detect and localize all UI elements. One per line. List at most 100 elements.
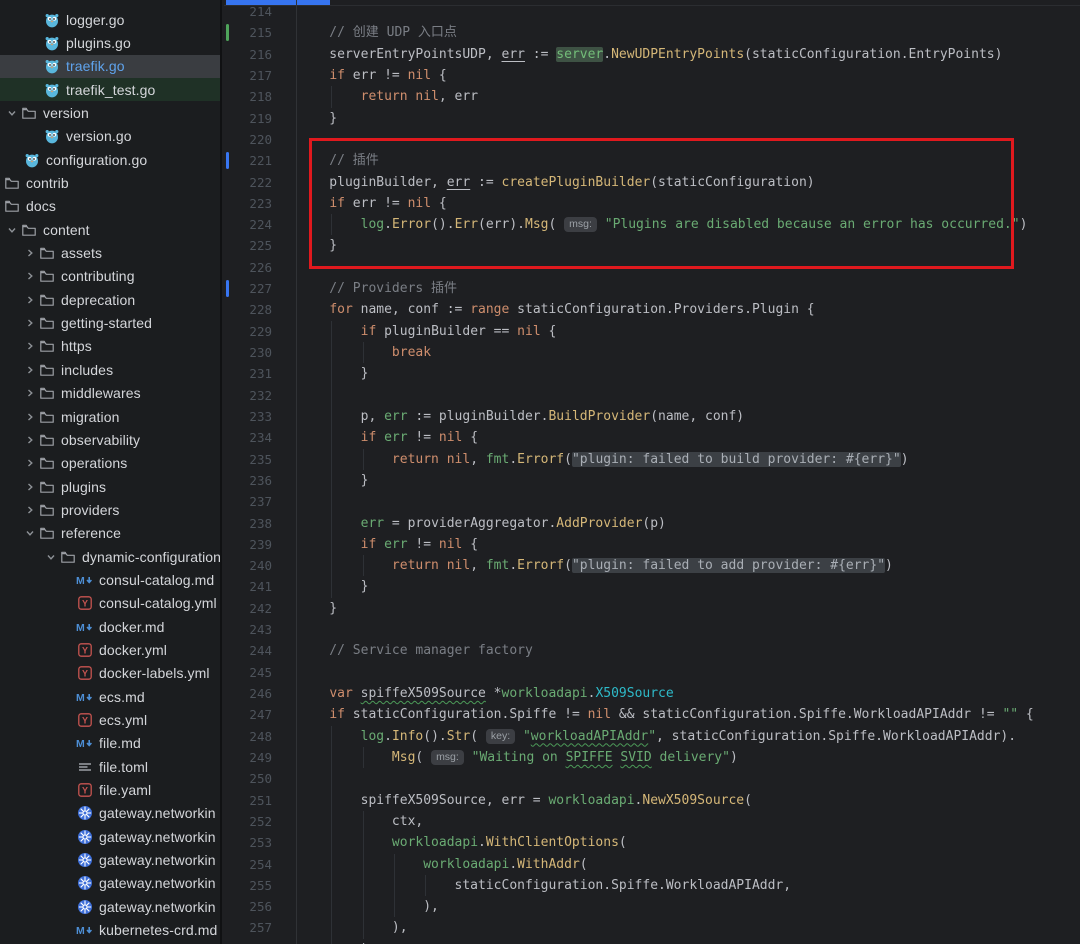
code-line[interactable]: 228 for name, conf := range staticConfig… [224, 299, 1080, 320]
code-line[interactable]: 245 [224, 662, 1080, 683]
tree-item-providers[interactable]: providers [0, 498, 220, 521]
chevron-collapsed-icon[interactable] [22, 455, 38, 471]
line-number[interactable]: 222 [224, 172, 296, 193]
tree-item-content[interactable]: content [0, 218, 220, 241]
tree-item-contributing[interactable]: contributing [0, 265, 220, 288]
tree-item-gateway.networkin[interactable]: gateway.networkin [0, 872, 220, 895]
code-line[interactable]: 239 if err != nil { [224, 533, 1080, 556]
code-line[interactable]: 250 [224, 768, 1080, 790]
chevron-collapsed-icon[interactable] [22, 315, 38, 331]
tree-item-gateway.networkin[interactable]: gateway.networkin [0, 848, 220, 871]
code-line[interactable]: 244 // Service manager factory [224, 640, 1080, 661]
code-line[interactable]: 225 } [224, 235, 1080, 256]
tree-item-docker-labels.yml[interactable]: Ydocker-labels.yml [0, 662, 220, 685]
line-number[interactable]: 239 [224, 534, 296, 555]
code-line[interactable]: 233 p, err := pluginBuilder.BuildProvide… [224, 405, 1080, 428]
code-line[interactable]: 255 staticConfiguration.Spiffe.WorkloadA… [224, 874, 1080, 897]
tree-item-operations[interactable]: operations [0, 452, 220, 475]
line-number[interactable]: 246 [224, 683, 296, 704]
code-line[interactable]: 214 [224, 1, 1080, 22]
code-line[interactable]: 226 [224, 257, 1080, 278]
line-number[interactable]: 228 [224, 299, 296, 320]
chevron-collapsed-icon[interactable] [22, 432, 38, 448]
chevron-expanded-icon[interactable] [43, 549, 59, 565]
tree-item-contrib[interactable]: contrib [0, 171, 220, 194]
line-number[interactable]: 232 [224, 385, 296, 406]
editor-panel[interactable]: 214 215 // 创建 UDP 入口点 216 serverEntryPoint… [224, 0, 1080, 944]
code-line[interactable]: 222 pluginBuilder, err := createPluginBu… [224, 172, 1080, 193]
tree-item-kubernetes-crd.md[interactable]: Mkubernetes-crd.md [0, 918, 220, 941]
code-line[interactable]: 238 err = providerAggregator.AddProvider… [224, 512, 1080, 534]
code-line[interactable]: 218 return nil, err [224, 86, 1080, 108]
line-number[interactable]: 219 [224, 108, 296, 129]
line-number[interactable]: 245 [224, 662, 296, 683]
tree-item-dynamic-configuration[interactable]: dynamic-configuration [0, 545, 220, 568]
tree-item-reference[interactable]: reference [0, 522, 220, 545]
line-number[interactable]: 216 [224, 44, 296, 65]
tree-item-gateway.networkin[interactable]: gateway.networkin [0, 825, 220, 848]
code-line[interactable]: 241 } [224, 576, 1080, 598]
tree-item-ecs.yml[interactable]: Yecs.yml [0, 708, 220, 731]
line-number[interactable]: 251 [224, 790, 296, 811]
tree-item-deprecation[interactable]: deprecation [0, 288, 220, 311]
code-line[interactable]: 254 workloadapi.WithAddr( [224, 853, 1080, 875]
tree-item-file.yaml[interactable]: Yfile.yaml [0, 778, 220, 801]
code-line[interactable]: 224 log.Error().Err(err).Msg( msg: "Plug… [224, 214, 1080, 236]
line-number[interactable]: 214 [224, 1, 296, 22]
tree-item-traefik.go[interactable]: traefik.go [0, 54, 220, 79]
tree-item-version[interactable]: version [0, 101, 220, 124]
code-line[interactable]: 252 ctx, [224, 810, 1080, 833]
code-line[interactable]: 247 if staticConfiguration.Spiffe != nil… [224, 704, 1080, 725]
code-line[interactable]: 219 } [224, 108, 1080, 129]
code-line[interactable]: 248 log.Info().Str( key: "workloadAPIAdd… [224, 725, 1080, 747]
code-line[interactable]: 237 [224, 491, 1080, 513]
code-line[interactable]: 215 // 创建 UDP 入口点 [224, 22, 1080, 43]
line-number[interactable]: 231 [224, 363, 296, 384]
tree-item-https[interactable]: https [0, 335, 220, 358]
tree-item-docker.yml[interactable]: Ydocker.yml [0, 638, 220, 661]
line-number[interactable]: 224 [224, 214, 296, 235]
line-number[interactable]: 237 [224, 491, 296, 512]
code-line[interactable]: 229 if pluginBuilder == nil { [224, 320, 1080, 342]
code-line[interactable]: 253 workloadapi.WithClientOptions( [224, 832, 1080, 854]
line-number[interactable]: 225 [224, 235, 296, 256]
line-number[interactable]: 247 [224, 704, 296, 725]
chevron-expanded-icon[interactable] [22, 525, 38, 541]
code-line[interactable]: 232 [224, 384, 1080, 406]
code-line[interactable]: 234 if err != nil { [224, 427, 1080, 449]
line-number[interactable]: 229 [224, 321, 296, 342]
tree-item-file.toml[interactable]: file.toml [0, 755, 220, 778]
tree-item-file.md[interactable]: Mfile.md [0, 732, 220, 755]
line-number[interactable]: 238 [224, 513, 296, 534]
line-number[interactable]: 217 [224, 65, 296, 86]
tree-item-ecs.md[interactable]: Mecs.md [0, 685, 220, 708]
line-number[interactable]: 218 [224, 86, 296, 107]
code-line[interactable]: 258 ) [224, 938, 1080, 944]
code-line[interactable]: 220 [224, 129, 1080, 150]
code-line[interactable]: 249 Msg( msg: "Waiting on SPIFFE SVID de… [224, 746, 1080, 769]
code-line[interactable]: 216 serverEntryPointsUDP, err := server.… [224, 44, 1080, 65]
tree-item-docker.md[interactable]: Mdocker.md [0, 615, 220, 638]
code-line[interactable]: 223 if err != nil { [224, 193, 1080, 214]
code-line[interactable]: 243 [224, 619, 1080, 640]
code-area[interactable]: 214 215 // 创建 UDP 入口点 216 serverEntryPoint… [224, 1, 1080, 944]
tree-item-traefik_test.go[interactable]: traefik_test.go [0, 78, 220, 102]
chevron-collapsed-icon[interactable] [22, 338, 38, 354]
code-line[interactable]: 246 var spiffeX509Source *workloadapi.X5… [224, 683, 1080, 704]
tree-item-consul-catalog.md[interactable]: Mconsul-catalog.md [0, 568, 220, 591]
line-number[interactable]: 223 [224, 193, 296, 214]
code-line[interactable]: 251 spiffeX509Source, err = workloadapi.… [224, 789, 1080, 811]
line-number[interactable]: 236 [224, 470, 296, 491]
code-line[interactable]: 231 } [224, 363, 1080, 385]
line-number[interactable]: 235 [224, 449, 296, 470]
chevron-collapsed-icon[interactable] [22, 502, 38, 518]
chevron-collapsed-icon[interactable] [22, 245, 38, 261]
chevron-collapsed-icon[interactable] [22, 362, 38, 378]
line-number[interactable]: 255 [224, 875, 296, 896]
line-number[interactable]: 258 [224, 939, 296, 944]
code-line[interactable]: 236 } [224, 469, 1080, 492]
tree-item-plugins.go[interactable]: plugins.go [0, 31, 220, 54]
code-line[interactable]: 257 ), [224, 917, 1080, 939]
line-number[interactable]: 257 [224, 917, 296, 938]
tree-item-assets[interactable]: assets [0, 241, 220, 264]
